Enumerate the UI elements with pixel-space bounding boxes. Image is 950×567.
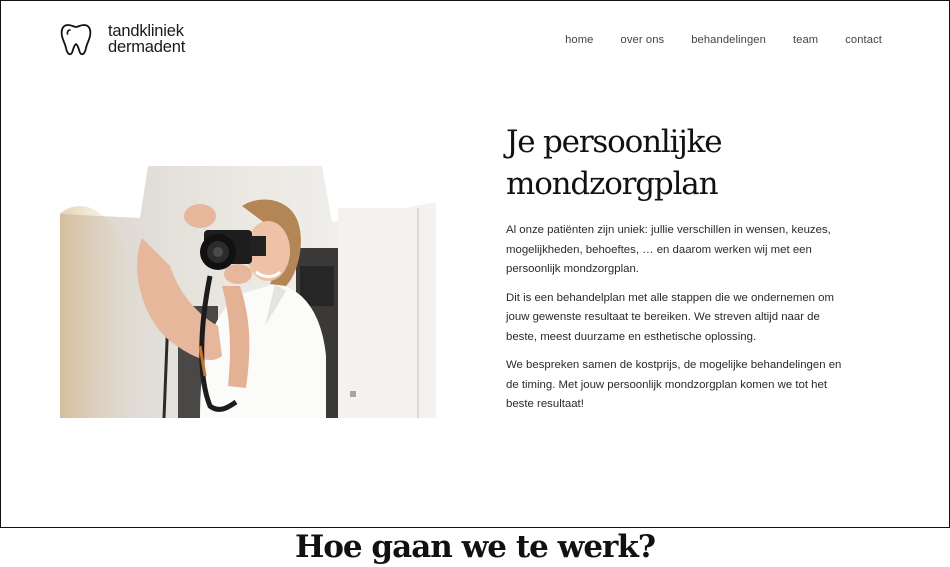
paragraph-plan: Dit is een behandelplan met alle stappen… [506, 291, 835, 343]
paragraph-intro: Al onze patiënten zijn uniek: jullie ver… [506, 224, 831, 275]
brand-logo[interactable]: tandkliniek dermadent [59, 22, 185, 56]
nav-team[interactable]: team [793, 34, 818, 46]
main-nav: home over ons behandelingen team contact [565, 34, 882, 46]
brand-line2: dermadent [108, 38, 186, 56]
tooth-icon [60, 24, 92, 56]
nav-behandelingen[interactable]: behandelingen [691, 34, 766, 46]
nav-contact[interactable]: contact [845, 34, 882, 46]
section-title: Je persoonlijke mondzorgplan [506, 121, 846, 205]
mondzorgplan-section: Je persoonlijke mondzorgplan Al onze pat… [506, 121, 846, 424]
photographer-illustration [60, 166, 436, 418]
title-line2: mondzorgplan [506, 166, 719, 202]
section-heading-werkwijze: Hoe gaan we te werk? [294, 528, 656, 565]
brand-name: tandkliniek dermadent [108, 22, 186, 56]
paragraph-costs: We bespreken samen de kostprijs, de moge… [506, 359, 842, 410]
nav-over-ons[interactable]: over ons [621, 34, 665, 46]
site-header: tandkliniek dermadent home over ons beha… [1, 1, 949, 81]
nav-home[interactable]: home [565, 34, 593, 46]
title-line1: Je persoonlijke [506, 124, 723, 160]
brand-line1: tandkliniek [108, 22, 184, 40]
hero-photo [60, 166, 436, 418]
